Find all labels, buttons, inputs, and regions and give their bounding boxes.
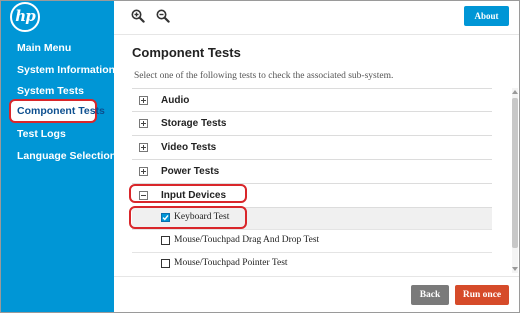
back-button[interactable]: Back [411, 285, 449, 305]
scrollbar[interactable] [512, 88, 518, 273]
mouse-pointer-checkbox[interactable] [161, 259, 170, 268]
category-row-power-tests[interactable]: Power Tests [132, 160, 492, 184]
page-title: Component Tests [132, 45, 241, 60]
mouse-drag-drop-checkbox[interactable] [161, 236, 170, 245]
sidebar: hp Main Menu System Information System T… [1, 1, 116, 312]
input-devices-highlight [129, 184, 247, 203]
footer: Back Run once [114, 276, 519, 312]
keyboard-test-highlight [129, 206, 247, 229]
category-row-storage-tests[interactable]: Storage Tests [132, 112, 492, 136]
toolbar: About [114, 1, 519, 35]
zoom-in-icon[interactable] [131, 9, 145, 23]
sidebar-item-component-tests[interactable]: Component Tests [17, 105, 105, 117]
test-row-mouse-drag-drop[interactable]: Mouse/Touchpad Drag And Drop Test [132, 231, 492, 253]
about-button[interactable]: About [464, 6, 509, 26]
sidebar-item-main-menu[interactable]: Main Menu [17, 42, 71, 54]
zoom-out-icon[interactable] [156, 9, 170, 23]
run-once-button[interactable]: Run once [455, 285, 509, 305]
app-window: hp Main Menu System Information System T… [0, 0, 520, 313]
main-panel: About Component Tests Select one of the … [114, 1, 519, 312]
test-label: Mouse/Touchpad Pointer Test [174, 258, 288, 268]
test-list: Audio Storage Tests Video Tests Power Te… [132, 88, 492, 273]
scroll-down-arrow-icon[interactable] [512, 267, 518, 271]
category-label: Video Tests [161, 142, 217, 153]
expand-icon[interactable] [139, 119, 148, 128]
scrollbar-thumb[interactable] [512, 98, 518, 248]
hp-logo: hp [10, 2, 40, 32]
test-row-mouse-pointer[interactable]: Mouse/Touchpad Pointer Test [132, 254, 492, 273]
sidebar-item-system-information[interactable]: System Information [17, 64, 115, 76]
category-label: Storage Tests [161, 118, 227, 129]
sidebar-item-system-tests[interactable]: System Tests [17, 85, 84, 97]
sidebar-item-test-logs[interactable]: Test Logs [17, 128, 66, 140]
category-label: Audio [161, 95, 190, 106]
scroll-up-arrow-icon[interactable] [512, 90, 518, 94]
sidebar-item-language-selection[interactable]: Language Selection [17, 150, 116, 162]
page-subtitle: Select one of the following tests to che… [134, 71, 394, 81]
category-row-video-tests[interactable]: Video Tests [132, 136, 492, 160]
test-label: Mouse/Touchpad Drag And Drop Test [174, 235, 320, 245]
expand-icon[interactable] [139, 96, 148, 105]
expand-icon[interactable] [139, 143, 148, 152]
category-label: Power Tests [161, 166, 220, 177]
hp-logo-text: hp [15, 7, 35, 25]
category-row-audio[interactable]: Audio [132, 88, 492, 112]
expand-icon[interactable] [139, 167, 148, 176]
